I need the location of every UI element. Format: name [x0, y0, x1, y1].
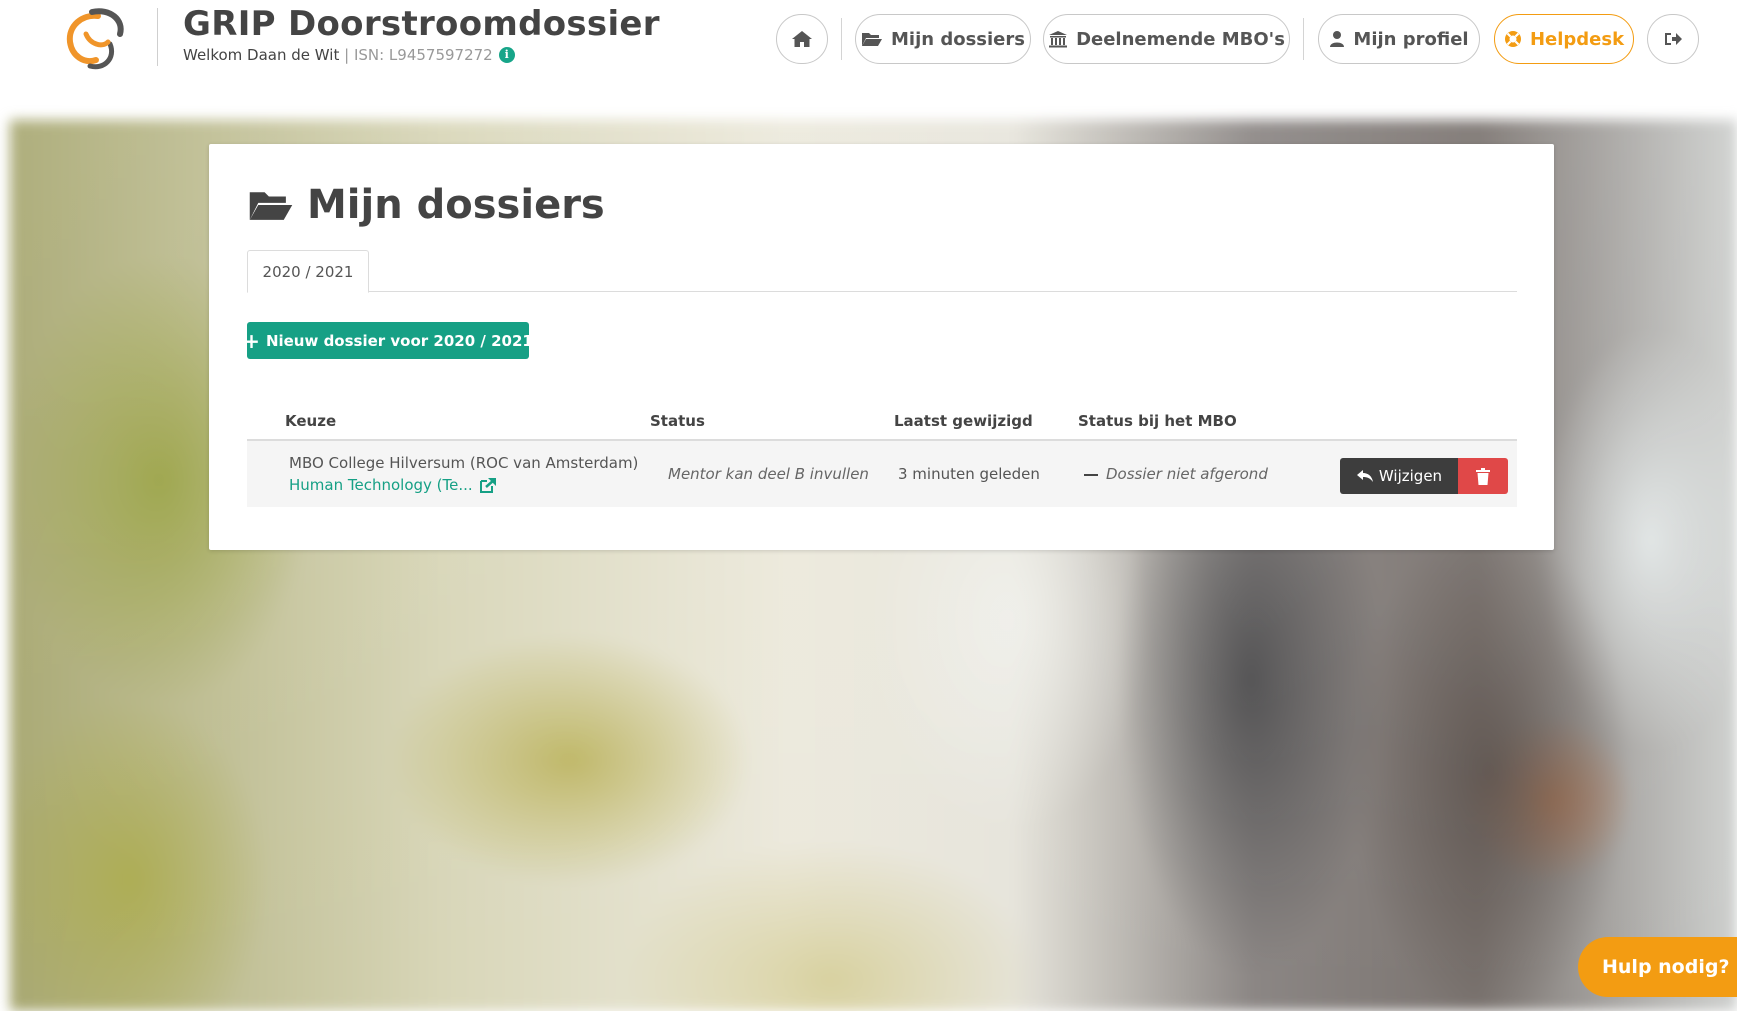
column-header-status-mbo: Status bij het MBO — [1078, 412, 1237, 430]
reply-icon — [1356, 470, 1373, 482]
page-title-label: Mijn dossiers — [307, 182, 605, 228]
info-circle-icon[interactable]: i — [498, 47, 515, 63]
new-dossier-label: Nieuw dossier voor 2020 / 2021 — [265, 331, 533, 350]
help-floating-button[interactable]: Hulp nodig? — [1578, 937, 1737, 997]
page-title: Mijn dossiers — [247, 182, 605, 228]
external-link-icon — [479, 478, 496, 493]
row-mbo-status-label: Dossier niet afgerond — [1106, 465, 1268, 483]
life-ring-icon — [1504, 31, 1521, 47]
app-title: GRIP Doorstroomdossier — [183, 4, 660, 44]
nav-mijn-profiel-label: Mijn profiel — [1353, 28, 1469, 50]
edit-button[interactable]: Wijzigen — [1340, 458, 1458, 494]
trash-icon — [1476, 467, 1490, 485]
nav-divider — [841, 18, 842, 60]
welcome-text: Welkom Daan de Wit — [183, 46, 340, 64]
folder-open-icon — [862, 33, 882, 46]
school-name: MBO College Hilversum (ROC van Amsterdam… — [289, 454, 639, 472]
logout-button[interactable] — [1647, 14, 1699, 64]
plus-icon: + — [243, 328, 260, 353]
column-header-status: Status — [650, 412, 705, 430]
sign-out-icon — [1665, 33, 1682, 45]
table-row: MBO College Hilversum (ROC van Amsterdam… — [247, 441, 1517, 507]
nav-mijn-dossiers[interactable]: Mijn dossiers — [855, 14, 1031, 64]
tab-2020-2021[interactable]: 2020 / 2021 — [247, 250, 369, 293]
top-header: GRIP Doorstroomdossier Welkom Daan de Wi… — [0, 0, 1737, 120]
program-link[interactable]: Human Technology (Te... — [289, 476, 497, 494]
user-icon — [1330, 31, 1345, 47]
grip-logo — [66, 8, 124, 70]
row-status: Mentor kan deel B invullen — [668, 465, 869, 483]
minus-icon — [1084, 473, 1098, 476]
nav-mijn-dossiers-label: Mijn dossiers — [891, 28, 1025, 50]
welcome-separator: | — [339, 46, 354, 64]
delete-button[interactable] — [1458, 458, 1508, 494]
nav-helpdesk-label: Helpdesk — [1529, 28, 1625, 50]
year-tabs: 2020 / 2021 — [247, 250, 1517, 293]
program-link-label: Human Technology (Te... — [289, 476, 473, 494]
new-dossier-button[interactable]: + Nieuw dossier voor 2020 / 2021 — [243, 322, 533, 359]
dossiers-card: Mijn dossiers 2020 / 2021 + Nieuw dossie… — [209, 144, 1554, 550]
welcome-line: Welkom Daan de Wit | ISN: L9457597272 i — [183, 46, 515, 64]
row-modified: 3 minuten geleden — [898, 465, 1040, 483]
nav-mijn-profiel[interactable]: Mijn profiel — [1318, 14, 1480, 64]
header-divider — [157, 8, 158, 66]
column-header-laatst-gewijzigd: Laatst gewijzigd — [894, 412, 1033, 430]
institution-icon — [1049, 31, 1068, 48]
nav-deelnemende-label: Deelnemende MBO's — [1076, 28, 1285, 50]
row-mbo-status: Dossier niet afgerond — [1084, 465, 1268, 483]
home-button[interactable] — [776, 14, 828, 64]
column-header-keuze: Keuze — [285, 412, 337, 430]
isn-number: ISN: L9457597272 — [353, 46, 493, 64]
nav-deelnemende-mbos[interactable]: Deelnemende MBO's — [1043, 14, 1290, 64]
nav-helpdesk[interactable]: Helpdesk — [1494, 14, 1634, 64]
home-icon — [792, 31, 812, 47]
edit-button-label: Wijzigen — [1378, 467, 1443, 485]
nav-divider — [1303, 18, 1304, 60]
folder-open-icon — [249, 192, 293, 220]
